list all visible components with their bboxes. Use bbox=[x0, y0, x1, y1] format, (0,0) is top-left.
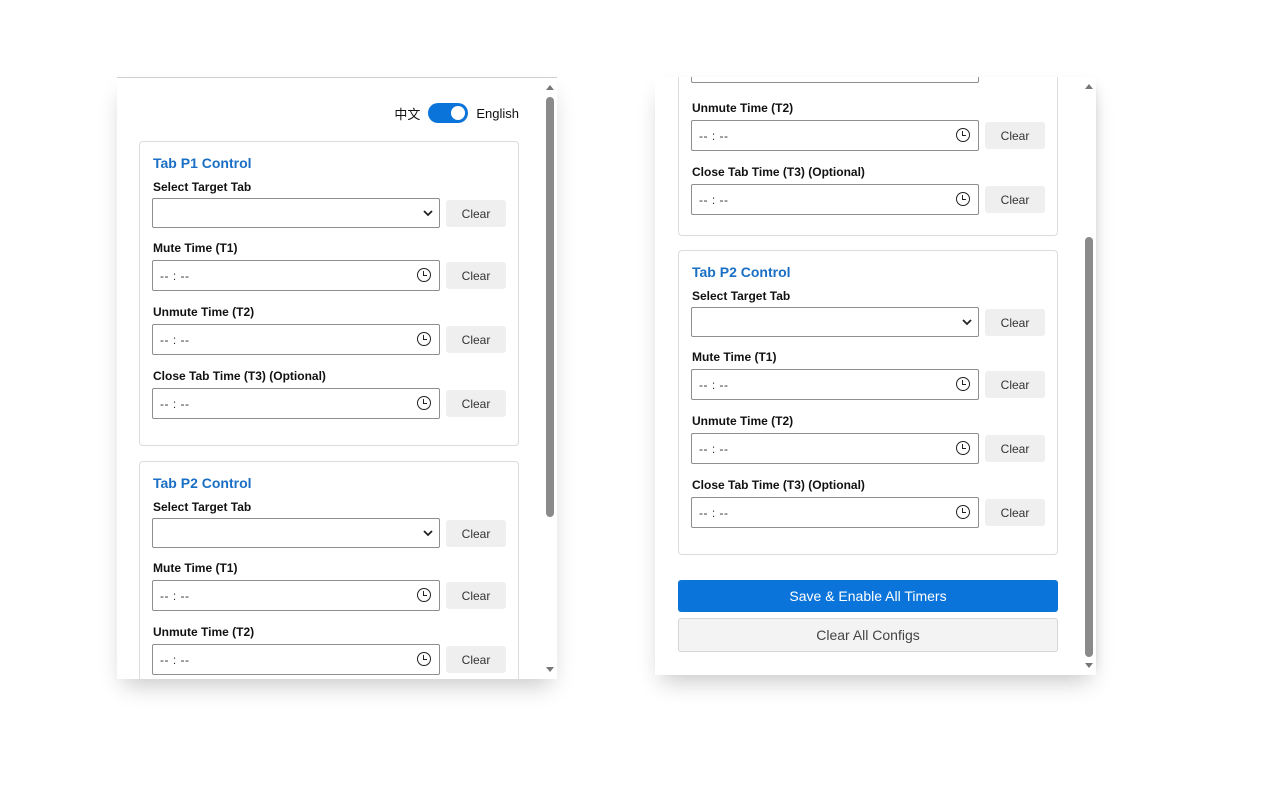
switch-knob bbox=[451, 106, 466, 120]
clock-icon[interactable] bbox=[417, 268, 431, 282]
scrollbar-thumb[interactable] bbox=[1085, 237, 1093, 657]
scroll-up-arrow-icon[interactable] bbox=[1085, 84, 1093, 89]
clock-icon[interactable] bbox=[956, 377, 970, 391]
p2-tab-select[interactable] bbox=[152, 518, 440, 548]
popup-window-top: 中文 English Tab P1 Control Select Target … bbox=[117, 77, 557, 679]
p2-mute-clear-button[interactable]: Clear bbox=[446, 582, 506, 609]
unmute-time-label: Unmute Time (T2) bbox=[153, 305, 255, 319]
language-switch[interactable] bbox=[428, 103, 469, 123]
card-p2-title: Tab P2 Control bbox=[153, 475, 252, 491]
p1-unmute-time-input[interactable]: -- : -- bbox=[691, 120, 979, 151]
save-enable-all-button[interactable]: Save & Enable All Timers bbox=[678, 580, 1058, 612]
p2-unmute-clear-button[interactable]: Clear bbox=[446, 646, 506, 673]
unmute-time-label: Unmute Time (T2) bbox=[692, 101, 794, 115]
lang-zh-label: 中文 bbox=[394, 106, 421, 122]
clock-icon[interactable] bbox=[417, 396, 431, 410]
clock-icon[interactable] bbox=[417, 652, 431, 666]
time-placeholder: -- : -- bbox=[160, 653, 190, 667]
p2-mute-time-input[interactable]: -- : -- bbox=[152, 580, 440, 611]
card-p2-title: Tab P2 Control bbox=[692, 264, 791, 280]
card-p2: Tab P2 Control Select Target Tab Clear M… bbox=[678, 250, 1058, 555]
time-placeholder: -- : -- bbox=[699, 378, 729, 392]
select-tab-label: Select Target Tab bbox=[153, 500, 252, 514]
select-tab-label: Select Target Tab bbox=[692, 289, 791, 303]
p1-close-clear-button[interactable]: Clear bbox=[446, 390, 506, 417]
mute-time-label: Mute Time (T1) bbox=[692, 350, 777, 364]
unmute-time-label: Unmute Time (T2) bbox=[692, 414, 794, 428]
mute-time-label: Mute Time (T1) bbox=[153, 561, 238, 575]
time-placeholder: -- : -- bbox=[699, 129, 729, 143]
clear-all-configs-button[interactable]: Clear All Configs bbox=[678, 618, 1058, 652]
p1-mute-time-input[interactable]: -- : -- bbox=[152, 260, 440, 291]
popup-content: 中文 English Tab P1 Control Select Target … bbox=[117, 78, 557, 679]
p2-mute-time-input[interactable]: -- : -- bbox=[691, 369, 979, 400]
card-p2: Tab P2 Control Select Target Tab Clear M… bbox=[139, 461, 519, 679]
close-time-label: Close Tab Time (T3) (Optional) bbox=[692, 165, 865, 179]
clock-icon[interactable] bbox=[956, 441, 970, 455]
lang-en-label: English bbox=[476, 105, 519, 121]
p1-tab-clear-button[interactable]: Clear bbox=[446, 200, 506, 227]
p1-close-time-input[interactable]: -- : -- bbox=[152, 388, 440, 419]
p2-close-time-input[interactable]: -- : -- bbox=[691, 497, 979, 528]
close-time-label: Close Tab Time (T3) (Optional) bbox=[692, 478, 865, 492]
popup-window-bottom: Unmute Time (T2) -- : -- Clear Close Tab… bbox=[655, 77, 1096, 675]
p2-close-clear-button[interactable]: Clear bbox=[985, 499, 1045, 526]
mute-time-label: Mute Time (T1) bbox=[153, 241, 238, 255]
chevron-down-icon bbox=[423, 210, 433, 217]
p1-unmute-time-input[interactable]: -- : -- bbox=[152, 324, 440, 355]
p1-close-time-input[interactable]: -- : -- bbox=[691, 184, 979, 215]
p1-tab-select[interactable] bbox=[152, 198, 440, 228]
time-placeholder: -- : -- bbox=[160, 589, 190, 603]
clock-icon[interactable] bbox=[956, 505, 970, 519]
close-time-label: Close Tab Time (T3) (Optional) bbox=[153, 369, 326, 383]
scroll-up-arrow-icon[interactable] bbox=[546, 85, 554, 90]
p1-close-clear-button[interactable]: Clear bbox=[985, 186, 1045, 213]
card-p1: Tab P1 Control Select Target Tab Clear M… bbox=[139, 141, 519, 446]
p2-unmute-time-input[interactable]: -- : -- bbox=[691, 433, 979, 464]
time-placeholder: -- : -- bbox=[160, 397, 190, 411]
chevron-down-icon bbox=[423, 530, 433, 537]
language-toggle: 中文 English bbox=[394, 103, 519, 123]
p2-tab-clear-button[interactable]: Clear bbox=[985, 309, 1045, 336]
time-placeholder: -- : -- bbox=[699, 442, 729, 456]
scrollbar[interactable] bbox=[1083, 77, 1095, 675]
clock-icon[interactable] bbox=[956, 192, 970, 206]
scrollbar[interactable] bbox=[544, 78, 556, 679]
scroll-down-arrow-icon[interactable] bbox=[546, 667, 554, 672]
card-p1: Unmute Time (T2) -- : -- Clear Close Tab… bbox=[678, 77, 1058, 236]
popup-content: Unmute Time (T2) -- : -- Clear Close Tab… bbox=[655, 77, 1096, 675]
p2-mute-clear-button[interactable]: Clear bbox=[985, 371, 1045, 398]
clock-icon[interactable] bbox=[956, 128, 970, 142]
p1-mute-clear-button[interactable]: Clear bbox=[446, 262, 506, 289]
time-placeholder: -- : -- bbox=[160, 269, 190, 283]
select-tab-label: Select Target Tab bbox=[153, 180, 252, 194]
unmute-time-label: Unmute Time (T2) bbox=[153, 625, 255, 639]
time-placeholder: -- : -- bbox=[699, 193, 729, 207]
clock-icon[interactable] bbox=[417, 588, 431, 602]
p2-unmute-time-input[interactable]: -- : -- bbox=[152, 644, 440, 675]
p1-unmute-clear-button[interactable]: Clear bbox=[446, 326, 506, 353]
chevron-down-icon bbox=[962, 319, 972, 326]
time-placeholder: -- : -- bbox=[699, 506, 729, 520]
p2-tab-clear-button[interactable]: Clear bbox=[446, 520, 506, 547]
scrollbar-thumb[interactable] bbox=[546, 97, 554, 517]
scroll-down-arrow-icon[interactable] bbox=[1085, 663, 1093, 668]
p1-mute-time-input[interactable] bbox=[691, 77, 979, 83]
p2-unmute-clear-button[interactable]: Clear bbox=[985, 435, 1045, 462]
time-placeholder: -- : -- bbox=[160, 333, 190, 347]
p1-unmute-clear-button[interactable]: Clear bbox=[985, 122, 1045, 149]
card-p1-title: Tab P1 Control bbox=[153, 155, 252, 171]
clock-icon[interactable] bbox=[417, 332, 431, 346]
p2-tab-select[interactable] bbox=[691, 307, 979, 337]
